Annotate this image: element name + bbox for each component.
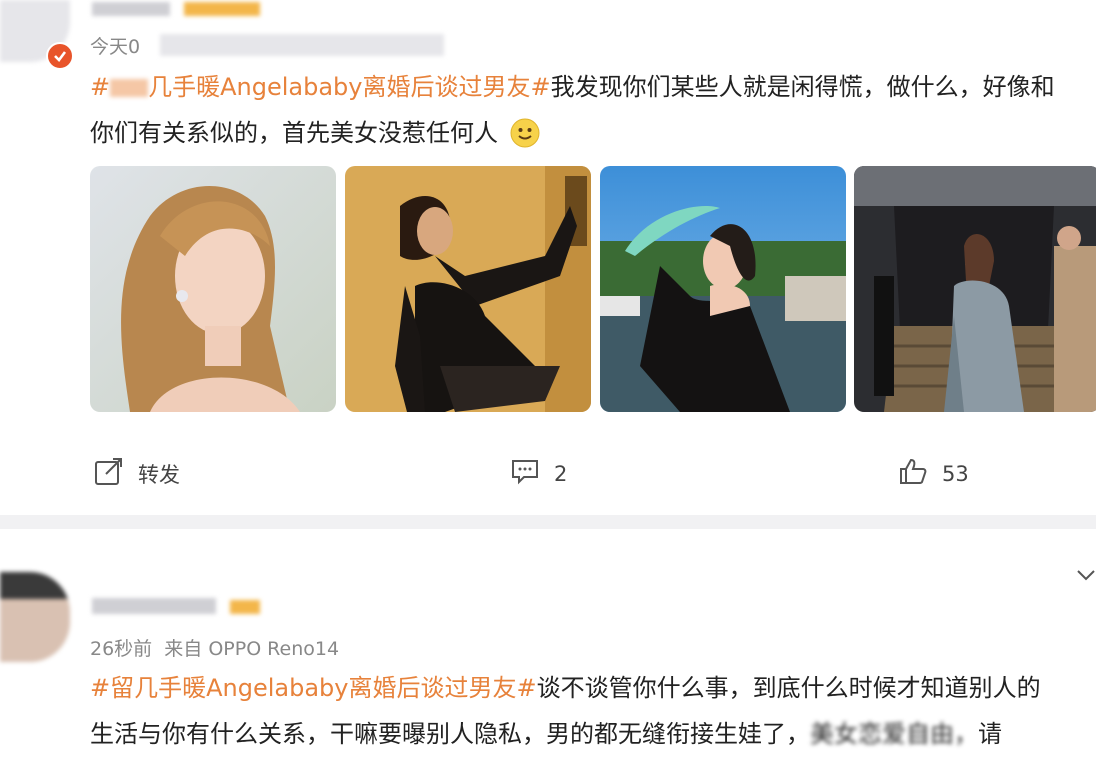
post-meta: 26秒前 来自 OPPO Reno14 (90, 634, 339, 661)
like-count: 53 (942, 461, 969, 486)
repost-label: 转发 (138, 462, 180, 487)
post-source-redacted (160, 34, 444, 56)
like-button[interactable]: 53 (898, 456, 969, 491)
post-image-2[interactable] (345, 166, 591, 412)
thumbs-up-icon (898, 456, 928, 491)
username-redacted[interactable] (92, 598, 216, 614)
comment-count: 2 (554, 461, 568, 486)
share-icon (94, 456, 124, 491)
username-redacted[interactable] (92, 2, 170, 16)
post-time: 今天0 (90, 36, 141, 58)
post-image-1[interactable] (90, 166, 336, 412)
topic-link[interactable]: #留几手暖Angelababy离婚后谈过男友# (90, 674, 537, 702)
post-text-line1: #留几手暖Angelababy离婚后谈过男友#谈不谈管你什么事，到底什么时候才知… (90, 668, 1041, 708)
post-divider (0, 515, 1096, 529)
post-source: 来自 OPPO Reno14 (164, 638, 340, 660)
post-body: 我发现你们某些人就是闲得慌，做什么，好像和 (550, 73, 1055, 101)
comment-button[interactable]: 2 (510, 456, 567, 491)
chevron-down-icon[interactable] (1076, 567, 1096, 586)
member-badge (184, 2, 260, 16)
smile-emoji-icon (510, 118, 540, 148)
verified-badge-icon (46, 42, 74, 70)
post-text-line1: # 几手暖Angelababy离婚后谈过男友#我发现你们某些人就是闲得慌，做什么，… (90, 67, 1055, 107)
member-badge (230, 600, 260, 614)
post-body: 谈不谈管你什么事，到底什么时候才知道别人的 (536, 674, 1041, 702)
post-time: 26秒前 (90, 638, 153, 660)
repost-button[interactable]: 转发 (94, 456, 180, 491)
comment-icon (510, 456, 540, 491)
post-text-line2: 生活与你有什么关系，干嘛要曝别人隐私，男的都无缝衔接生娃了，美女恋爱自由，请 (90, 720, 1002, 748)
topic-link[interactable]: # 几手暖Angelababy离婚后谈过男友# (90, 73, 551, 101)
post-text-line2: 你们有关系似的，首先美女没惹任何人 (90, 113, 540, 153)
post-image-4[interactable] (854, 166, 1096, 412)
avatar[interactable] (0, 572, 70, 662)
post-image-3[interactable] (600, 166, 846, 412)
